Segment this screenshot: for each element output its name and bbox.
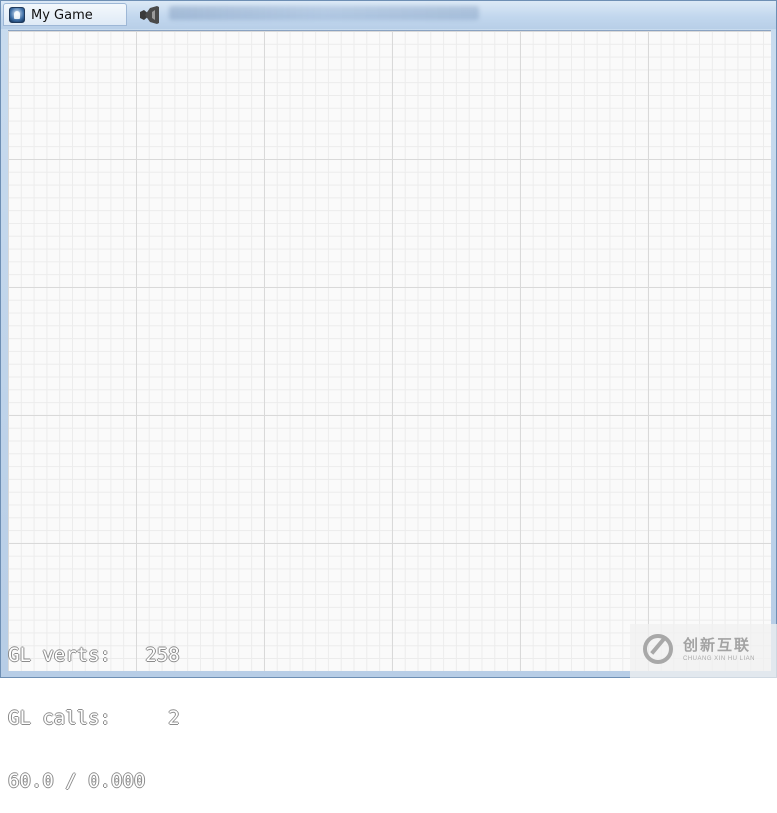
game-app-icon [9,7,25,23]
watermark-brand-cn: 创新互联 [683,636,752,654]
gl-calls-stat: GL calls: 2 [8,707,180,729]
game-window: My Game [0,0,777,678]
watermark: 创新互联 CHUANG XIN HU LIAN [630,624,777,678]
game-canvas[interactable] [8,30,771,671]
fps-stat: 60.0 / 0.000 [8,770,146,792]
watermark-logo-icon [643,634,673,664]
background-window-title-blurred [169,6,479,20]
debug-stats-overlay: GL verts: 258 GL calls: 2 60.0 / 0.000 [8,603,180,813]
title-bar[interactable]: My Game [1,1,776,29]
watermark-brand-en: CHUANG XIN HU LIAN [683,656,756,662]
visual-studio-icon[interactable] [138,6,160,24]
window-title: My Game [31,8,93,23]
gl-verts-stat: GL verts: 258 [8,644,180,666]
